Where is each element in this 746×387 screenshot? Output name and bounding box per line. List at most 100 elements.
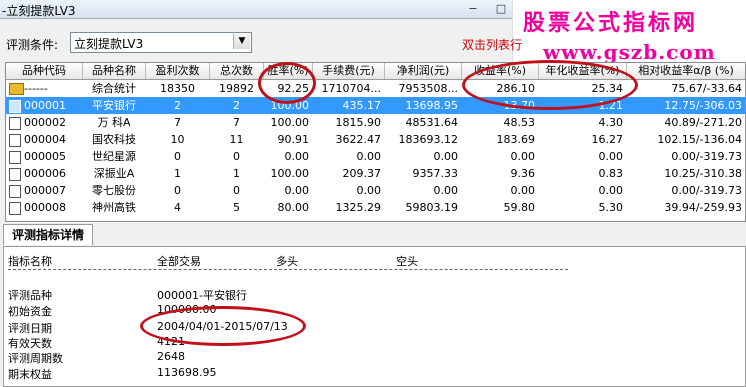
- col-header-code[interactable]: 品种代码: [6, 63, 83, 79]
- cell-profit: 183693.12: [398, 133, 459, 146]
- detail-value: 2004/04/01-2015/07/13: [157, 320, 288, 333]
- cell-total: 5: [233, 201, 240, 214]
- cell-winrate: 100.00: [270, 167, 310, 180]
- tab-detail[interactable]: 评测指标详情: [3, 224, 93, 245]
- cell-name: 综合统计: [92, 82, 136, 95]
- cell-return: 59.80: [503, 201, 536, 214]
- cell-winrate: 0.00: [284, 184, 310, 197]
- document-icon: [9, 202, 21, 215]
- col-header-winrate[interactable]: 胜率(%): [264, 63, 313, 79]
- col-header-relative-return[interactable]: 相对收益率α/β (%): [627, 63, 745, 79]
- double-click-hint: 双击列表行: [462, 38, 523, 52]
- table-row[interactable]: 000008 神州高铁 4 5 80.00 1325.29 59803.19 5…: [6, 199, 745, 216]
- watermark-url: www.gszb.com: [543, 40, 716, 64]
- cell-fee: 1710704...: [321, 82, 381, 95]
- table-header: 品种代码 品种名称 盈利次数 总次数 胜率(%) 手续费(元) 净利润(元) 收…: [6, 63, 745, 80]
- cell-total: 19892: [219, 82, 254, 95]
- cell-relative-return: 12.75/-306.03: [664, 99, 742, 112]
- cell-wins: 1: [174, 167, 181, 180]
- cell-fee: 0.00: [356, 150, 382, 163]
- cell-relative-return: 102.15/-136.04: [657, 133, 742, 146]
- document-icon: [9, 117, 21, 130]
- table-row-selected[interactable]: 000001 平安银行 2 2 100.00 435.17 13698.95 1…: [6, 97, 745, 114]
- detail-col-all: 全部交易: [157, 255, 201, 268]
- minimize-button[interactable]: −: [460, 1, 486, 16]
- table-row[interactable]: 000002 万 科A 7 7 100.00 1815.90 48531.64 …: [6, 114, 745, 131]
- document-icon: [9, 100, 21, 113]
- col-header-profit[interactable]: 净利润(元): [385, 63, 462, 79]
- cell-total: 7: [233, 116, 240, 129]
- col-header-fee[interactable]: 手续费(元): [313, 63, 385, 79]
- col-header-wins[interactable]: 盈利次数: [146, 63, 210, 79]
- table-row-summary[interactable]: ------ 综合统计 18350 19892 92.25 1710704...…: [6, 80, 745, 97]
- cell-relative-return: 10.25/-310.38: [664, 167, 742, 180]
- cell-winrate: 100.00: [270, 99, 310, 112]
- cell-annual-return: 1.21: [598, 99, 624, 112]
- cell-total: 0: [233, 150, 240, 163]
- cell-return: 183.69: [496, 133, 536, 146]
- cell-code: 000002: [24, 116, 66, 129]
- cell-profit: 0.00: [433, 150, 459, 163]
- cell-annual-return: 0.00: [598, 150, 624, 163]
- condition-value: 立刻提款LV3: [74, 37, 144, 51]
- table-row[interactable]: 000007 零七股份 0 0 0.00 0.00 0.00 0.00 0.00…: [6, 182, 745, 199]
- cell-total: 0: [233, 184, 240, 197]
- cell-code: ------: [24, 82, 48, 95]
- document-icon: [9, 185, 21, 198]
- cell-winrate: 92.25: [277, 82, 310, 95]
- cell-relative-return: 0.00/-319.73: [671, 184, 742, 197]
- cell-fee: 1325.29: [335, 201, 382, 214]
- detail-col-short: 空头: [396, 255, 418, 268]
- cell-wins: 7: [174, 116, 181, 129]
- cell-total: 2: [233, 99, 240, 112]
- cell-total: 11: [229, 133, 244, 146]
- maximize-button[interactable]: □: [488, 1, 514, 16]
- table-row[interactable]: 000004 国农科技 10 11 90.91 3622.47 183693.1…: [6, 131, 745, 148]
- document-icon: [9, 151, 21, 164]
- cell-return: 0.00: [510, 150, 536, 163]
- cell-relative-return: 0.00/-319.73: [671, 150, 742, 163]
- condition-select[interactable]: 立刻提款LV3 ▼: [70, 32, 252, 53]
- detail-label: 期末权益: [8, 368, 52, 381]
- cell-name: 世纪星源: [92, 150, 136, 163]
- detail-panel: 指标名称 全部交易 多头 空头 评测品种 000001-平安银行 初始资金 10…: [3, 246, 746, 387]
- cell-code: 000006: [24, 167, 66, 180]
- watermark-text-cn: 股票公式指标网: [523, 10, 699, 36]
- cell-name: 万 科A: [97, 116, 131, 129]
- col-header-total[interactable]: 总次数: [210, 63, 264, 79]
- col-header-annual-return[interactable]: 年化收益率(%): [539, 63, 627, 79]
- detail-label: 初始资金: [8, 305, 52, 318]
- table-row[interactable]: 000005 世纪星源 0 0 0.00 0.00 0.00 0.00 0.00…: [6, 148, 745, 165]
- detail-label: 评测品种: [8, 289, 52, 302]
- cell-annual-return: 25.34: [591, 82, 624, 95]
- cell-winrate: 90.91: [277, 133, 310, 146]
- document-icon: [9, 134, 21, 147]
- cell-return: 286.10: [496, 82, 536, 95]
- cell-code: 000001: [24, 99, 66, 112]
- cell-name: 平安银行: [92, 99, 136, 112]
- detail-col-name: 指标名称: [8, 255, 52, 268]
- cell-relative-return: 40.89/-271.20: [664, 116, 742, 129]
- cell-name: 国农科技: [92, 133, 136, 146]
- condition-label: 评测条件:: [6, 38, 59, 52]
- detail-col-long: 多头: [276, 255, 298, 268]
- cell-wins: 18350: [160, 82, 195, 95]
- cell-fee: 1815.90: [335, 116, 382, 129]
- cell-fee: 0.00: [356, 184, 382, 197]
- detail-value: 2648: [157, 350, 185, 363]
- cell-wins: 10: [170, 133, 185, 146]
- cell-total: 1: [233, 167, 240, 180]
- table-row[interactable]: 000006 深振业A 1 1 100.00 209.37 9357.33 9.…: [6, 165, 745, 182]
- cell-relative-return: 75.67/-33.64: [671, 82, 742, 95]
- chevron-down-icon[interactable]: ▼: [233, 34, 250, 49]
- cell-wins: 0: [174, 184, 181, 197]
- cell-winrate: 100.00: [270, 116, 310, 129]
- results-table[interactable]: 品种代码 品种名称 盈利次数 总次数 胜率(%) 手续费(元) 净利润(元) 收…: [5, 62, 746, 222]
- cell-profit: 13698.95: [405, 99, 459, 112]
- cell-return: 13.70: [503, 99, 536, 112]
- detail-value: 100000.00: [157, 303, 217, 316]
- col-header-name[interactable]: 品种名称: [83, 63, 146, 79]
- window-title: -立刻提款LV3: [2, 4, 76, 18]
- col-header-return[interactable]: 收益率(%): [462, 63, 539, 79]
- cell-code: 000005: [24, 150, 66, 163]
